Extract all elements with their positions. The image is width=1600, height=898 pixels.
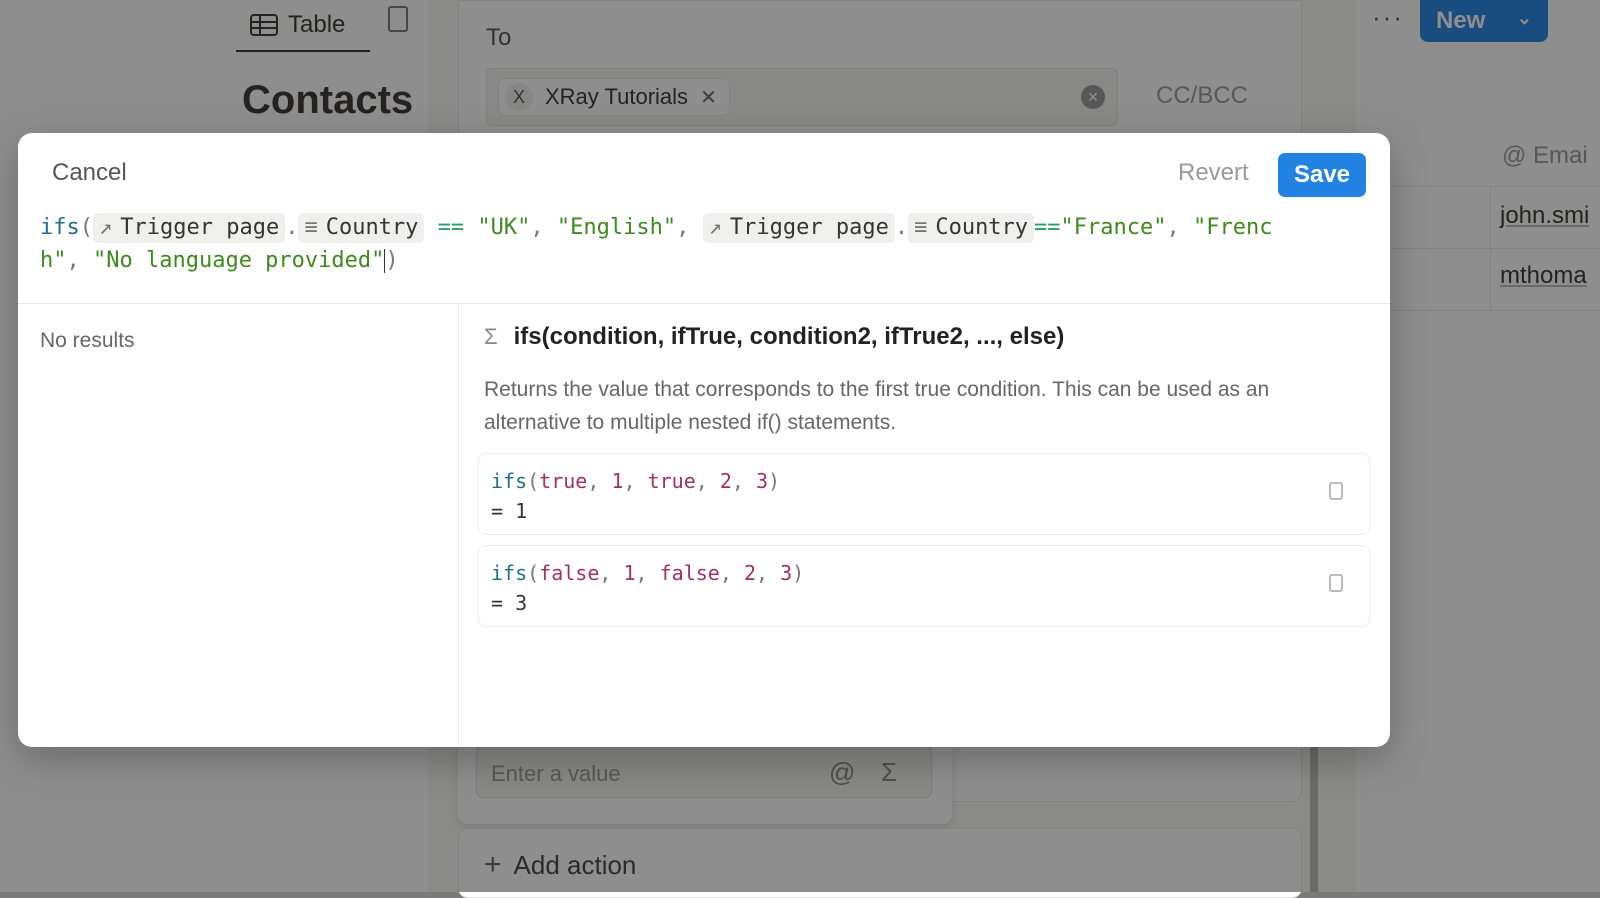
suggestions-empty-state: No results (40, 329, 135, 352)
formula-line: ifs(↗ Trigger page. ≡ Country == "UK", "Eng… (40, 211, 1370, 244)
token-label: Country (935, 215, 1029, 240)
formula-paren: ) (385, 248, 399, 273)
formula-comma: , (530, 215, 544, 240)
revert-button[interactable]: Revert (1178, 159, 1249, 187)
formula-function: ifs (40, 215, 80, 240)
token-label: Country (325, 215, 419, 240)
function-description: Returns the value that corresponds to th… (484, 378, 1270, 434)
trigger-page-token[interactable]: ↗ Trigger page (93, 213, 286, 243)
example-arg: 3 (780, 561, 793, 585)
copy-icon[interactable] (1329, 570, 1349, 592)
formula-comma: , (66, 248, 80, 273)
formula-comma: , (676, 215, 690, 240)
formula-dot: . (894, 215, 909, 240)
formula-line: h", "No language provided") (40, 244, 1370, 277)
divider (18, 303, 1390, 304)
example-fn: ifs (491, 469, 528, 493)
country-property-token[interactable]: ≡ Country (298, 213, 425, 243)
arrow-up-right-icon: ↗ (708, 215, 722, 240)
formula-input[interactable]: ifs(↗ Trigger page. ≡ Country == "UK", "Eng… (40, 211, 1370, 277)
formula-string: "Frenc (1193, 215, 1273, 240)
formula-string: "UK" (477, 215, 531, 240)
trigger-page-token[interactable]: ↗ Trigger page (702, 213, 895, 243)
country-property-token[interactable]: ≡ Country (908, 213, 1035, 243)
example-arg: 1 (611, 469, 624, 493)
example-arg: 3 (755, 469, 769, 493)
formula-string: "France" (1060, 215, 1167, 240)
example-arg: false (539, 561, 600, 585)
formula-editor-modal: Cancel Revert Save ifs(↗ Trigger page. ≡ Co… (18, 133, 1390, 747)
formula-string: "English" (556, 215, 677, 240)
example-arg: true (647, 469, 696, 493)
formula-operator: == (1034, 215, 1061, 240)
formula-string: h" (40, 248, 67, 273)
formula-dot: . (285, 215, 299, 240)
example-arg: 2 (743, 561, 756, 585)
example-arg: false (659, 561, 720, 585)
text-property-icon: ≡ (304, 215, 318, 240)
example-arg: 1 (623, 561, 636, 585)
arrow-up-right-icon: ↗ (99, 215, 113, 240)
token-label: Trigger page (729, 215, 889, 240)
example-block: ifs(true, 1, true, 2, 3) = 1 (478, 453, 1370, 535)
example-fn: ifs (491, 561, 528, 585)
token-label: Trigger page (120, 215, 280, 240)
formula-paren: ( (79, 215, 93, 240)
divider (458, 304, 459, 747)
sigma-icon: Σ (484, 324, 498, 349)
formula-operator: == (437, 215, 465, 240)
cancel-button[interactable]: Cancel (52, 159, 127, 187)
example-arg: 2 (719, 469, 732, 493)
example-arg: true (539, 469, 588, 493)
formula-string: "No language provided" (93, 248, 385, 273)
formula-comma: , (1166, 215, 1180, 240)
save-button[interactable]: Save (1278, 153, 1366, 197)
text-property-icon: ≡ (914, 215, 928, 240)
example-result: = 3 (491, 591, 528, 615)
copy-icon[interactable] (1329, 478, 1349, 500)
example-block: ifs(false, 1, false, 2, 3) = 3 (478, 545, 1370, 627)
example-result: = 1 (491, 499, 528, 523)
function-signature: Σ ifs(condition, ifTrue, condition2, ifT… (484, 323, 1064, 351)
example-code: ifs(false, 1, false, 2, 3) = 3 (491, 558, 804, 618)
example-code: ifs(true, 1, true, 2, 3) = 1 (491, 466, 780, 526)
signature-text: ifs(condition, ifTrue, condition2, ifTru… (513, 323, 1065, 350)
